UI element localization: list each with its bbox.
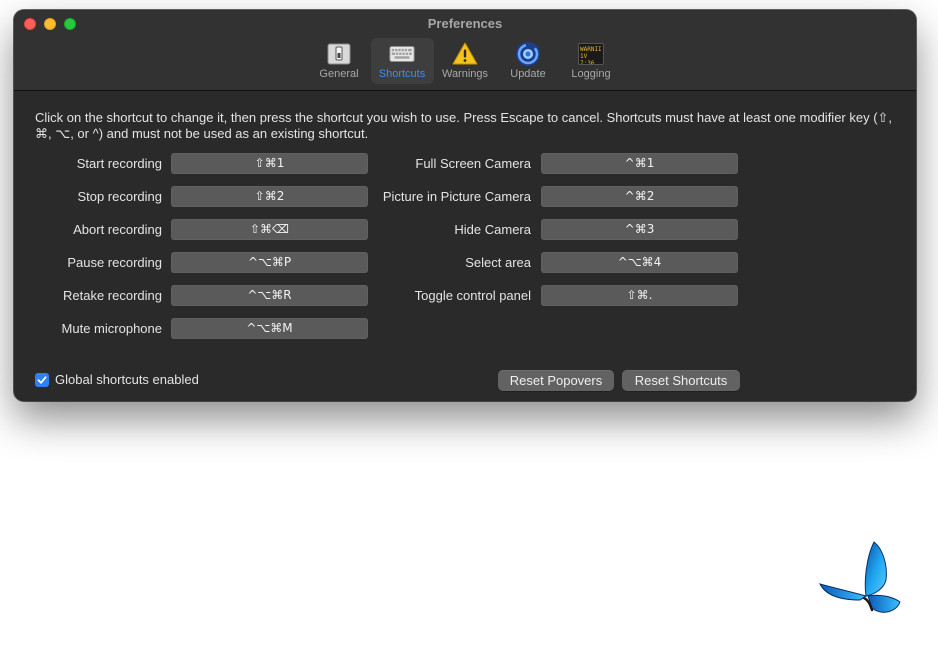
label-pause-recording: Pause recording [67,255,162,270]
tab-warnings-label: Warnings [441,68,489,80]
warning-icon [452,42,478,66]
shortcut-toggle-control-panel[interactable]: ⇧⌘. [541,285,738,306]
window-title: Preferences [427,16,503,31]
preferences-window: Preferences General Shortcuts Warnings U… [14,10,916,401]
label-retake-recording: Retake recording [63,288,162,303]
reset-popovers-button[interactable]: Reset Popovers [498,370,614,391]
tab-shortcuts-label: Shortcuts [378,68,426,80]
shortcut-select-area[interactable]: ^⌥⌘4 [541,252,738,273]
switch-icon [326,42,352,66]
shortcut-full-screen-camera[interactable]: ^⌘1 [541,153,738,174]
shortcut-hide-camera[interactable]: ^⌘3 [541,219,738,240]
reset-shortcuts-button[interactable]: Reset Shortcuts [622,370,740,391]
label-picture-in-picture-camera: Picture in Picture Camera [382,189,531,204]
keyboard-icon [389,42,415,66]
global-shortcuts-label: Global shortcuts enabled [55,372,199,387]
tab-shortcuts[interactable]: Shortcuts [370,38,434,84]
update-icon [515,42,541,66]
label-select-area: Select area [465,255,531,270]
shortcut-start-recording[interactable]: ⇧⌘1 [171,153,368,174]
shortcut-mute-microphone[interactable]: ^⌥⌘M [171,318,368,339]
label-start-recording: Start recording [76,156,162,171]
butterfly-icon [819,541,901,613]
shortcut-retake-recording[interactable]: ^⌥⌘R [171,285,368,306]
console-log-line-2: 1V 7:36 [580,53,595,65]
shortcut-pause-recording[interactable]: ^⌥⌘P [171,252,368,273]
label-mute-microphone: Mute microphone [61,321,162,336]
shortcut-stop-recording[interactable]: ⇧⌘2 [171,186,368,207]
global-shortcuts-option: Global shortcuts enabled [35,372,199,387]
checkmark-icon [37,375,47,384]
instructions-text: Click on the shortcut to change it, then… [35,110,893,141]
shortcut-abort-recording[interactable]: ⇧⌘⌫ [171,219,368,240]
label-hide-camera: Hide Camera [454,222,531,237]
label-abort-recording: Abort recording [73,222,162,237]
label-toggle-control-panel: Toggle control panel [414,288,531,303]
console-log-line-1: WARNII [580,46,602,53]
titlebar: Preferences General Shortcuts Warnings U… [14,10,916,91]
tab-warnings[interactable]: Warnings [434,38,497,84]
global-shortcuts-checkbox[interactable] [35,372,49,387]
label-stop-recording: Stop recording [77,189,162,204]
shortcuts-pane: Click on the shortcut to change it, then… [14,92,916,401]
preferences-toolbar: General Shortcuts Warnings Update WARNII… [14,38,916,84]
tab-general-label: General [319,68,359,80]
tab-update[interactable]: Update [497,38,560,84]
label-full-screen-camera: Full Screen Camera [415,156,531,171]
tab-general[interactable]: General [308,38,371,84]
tab-update-label: Update [510,68,546,80]
tab-logging-label: Logging [571,68,611,80]
shortcut-picture-in-picture-camera[interactable]: ^⌘2 [541,186,738,207]
tab-logging[interactable]: WARNII 1V 7:36 Logging [560,38,623,84]
console-log-icon: WARNII 1V 7:36 [578,42,604,66]
